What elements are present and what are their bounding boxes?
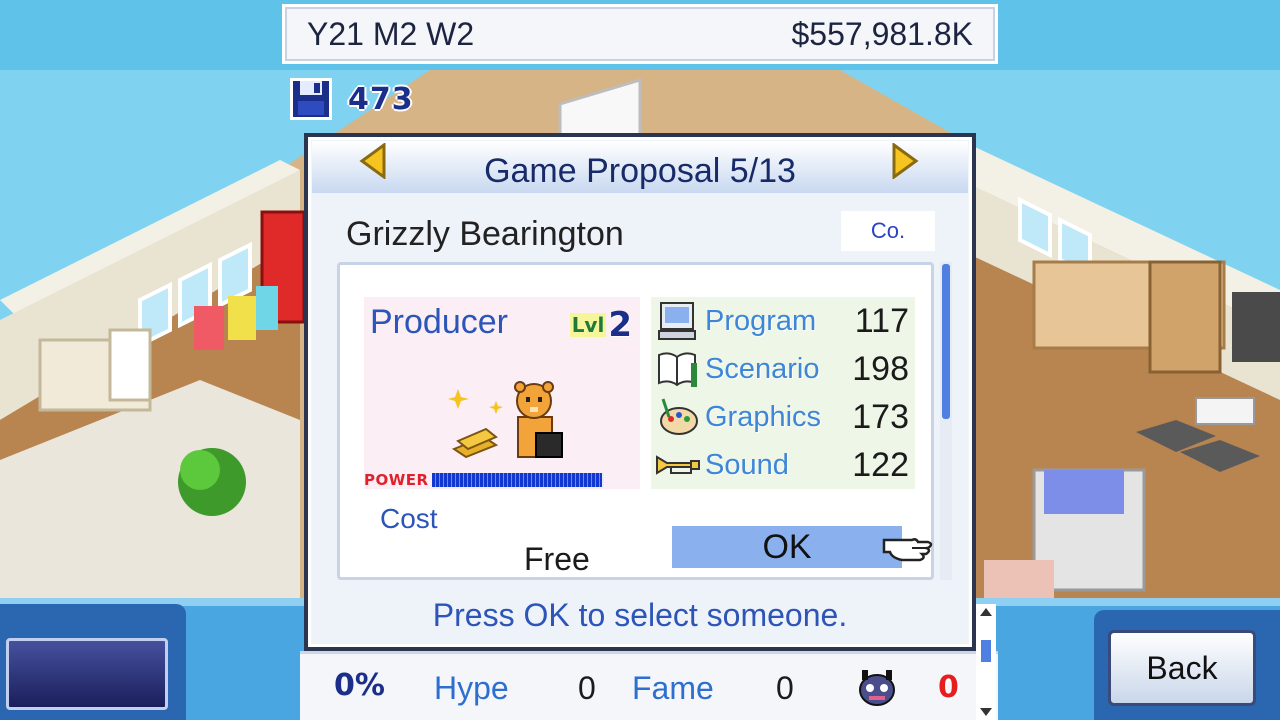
stat-sound: Sound 122 bbox=[651, 441, 915, 489]
portrait-box: Producer Lvl 2 POWER bbox=[364, 297, 640, 489]
strip-scrollbar[interactable] bbox=[976, 604, 996, 720]
hype-label: Hype bbox=[434, 670, 509, 706]
fame-label: Fame bbox=[632, 670, 714, 706]
stat-value: 117 bbox=[854, 301, 909, 340]
power-bar-fill bbox=[431, 473, 602, 487]
role-label: Producer bbox=[370, 303, 508, 341]
stat-value: 173 bbox=[852, 397, 909, 436]
candidate-name: Grizzly Bearington bbox=[346, 215, 624, 253]
pointing-hand-icon bbox=[882, 538, 933, 562]
arrow-right-icon[interactable] bbox=[890, 143, 920, 179]
back-button[interactable]: Back bbox=[1108, 630, 1256, 706]
bottom-right-panel: Back bbox=[1094, 610, 1280, 720]
stat-label: Program bbox=[705, 304, 817, 337]
stat-label: Graphics bbox=[705, 400, 822, 433]
money-display: $557,981.8K bbox=[791, 15, 974, 52]
level-tag: Lvl bbox=[569, 313, 607, 337]
book-icon bbox=[658, 352, 697, 387]
trumpet-icon bbox=[656, 455, 700, 475]
computer-icon bbox=[658, 302, 696, 340]
alert-count: 0 bbox=[938, 670, 959, 705]
cost-label: Cost bbox=[380, 503, 438, 534]
scrollbar-thumb[interactable] bbox=[942, 264, 950, 419]
stat-value: 198 bbox=[852, 349, 909, 388]
progress-percent: 0% bbox=[334, 668, 385, 703]
hype-value: 0 bbox=[578, 670, 596, 706]
power-bar-track bbox=[431, 473, 604, 487]
bear-character-sprite bbox=[448, 381, 563, 459]
save-count: 473 bbox=[348, 81, 414, 117]
game-proposal-dialog: Game Proposal 5/13 Grizzly Bearington Co… bbox=[304, 133, 976, 651]
bottom-left-panel bbox=[0, 604, 186, 720]
dialog-header: Game Proposal 5/13 bbox=[312, 141, 968, 193]
ok-button[interactable]: OK bbox=[672, 526, 902, 568]
stat-program: Program 117 bbox=[651, 297, 915, 345]
menu-slot-button[interactable] bbox=[6, 638, 168, 710]
power-meter: POWER bbox=[364, 470, 640, 490]
cost-value: Free bbox=[524, 541, 590, 577]
level-badge: Lvl 2 bbox=[569, 305, 632, 345]
instruction-text: Press OK to select someone. bbox=[432, 597, 848, 633]
palette-icon bbox=[660, 398, 698, 435]
stat-value: 122 bbox=[852, 445, 909, 484]
stat-graphics: Graphics 173 bbox=[651, 393, 915, 441]
stat-label: Sound bbox=[705, 448, 789, 481]
dialog-scrollbar[interactable] bbox=[940, 262, 952, 580]
candidate-panel: Producer Lvl 2 POWER Program 117 Scenari… bbox=[337, 262, 934, 580]
game-status-strip: 0% Hype 0 Fame 0 0 bbox=[300, 651, 998, 720]
company-badge: Co. bbox=[841, 211, 935, 251]
level-number: 2 bbox=[608, 305, 632, 345]
arrow-left-icon[interactable] bbox=[358, 143, 388, 179]
fame-value: 0 bbox=[776, 670, 794, 706]
stats-list: Program 117 Scenario 198 Graphics 173 So… bbox=[651, 297, 915, 489]
power-label: POWER bbox=[364, 471, 429, 489]
monster-icon bbox=[859, 670, 895, 706]
dialog-title: Game Proposal 5/13 bbox=[484, 152, 796, 190]
floppy-disk-icon bbox=[290, 78, 332, 120]
stat-scenario: Scenario 198 bbox=[651, 345, 915, 393]
game-date: Y21 M2 W2 bbox=[307, 15, 475, 52]
strip-scroll-arrows-icon bbox=[980, 608, 992, 716]
save-counter: 473 bbox=[288, 76, 440, 122]
stat-label: Scenario bbox=[705, 352, 820, 385]
status-bar: Y21 M2 W2 $557,981.8K bbox=[282, 4, 998, 64]
